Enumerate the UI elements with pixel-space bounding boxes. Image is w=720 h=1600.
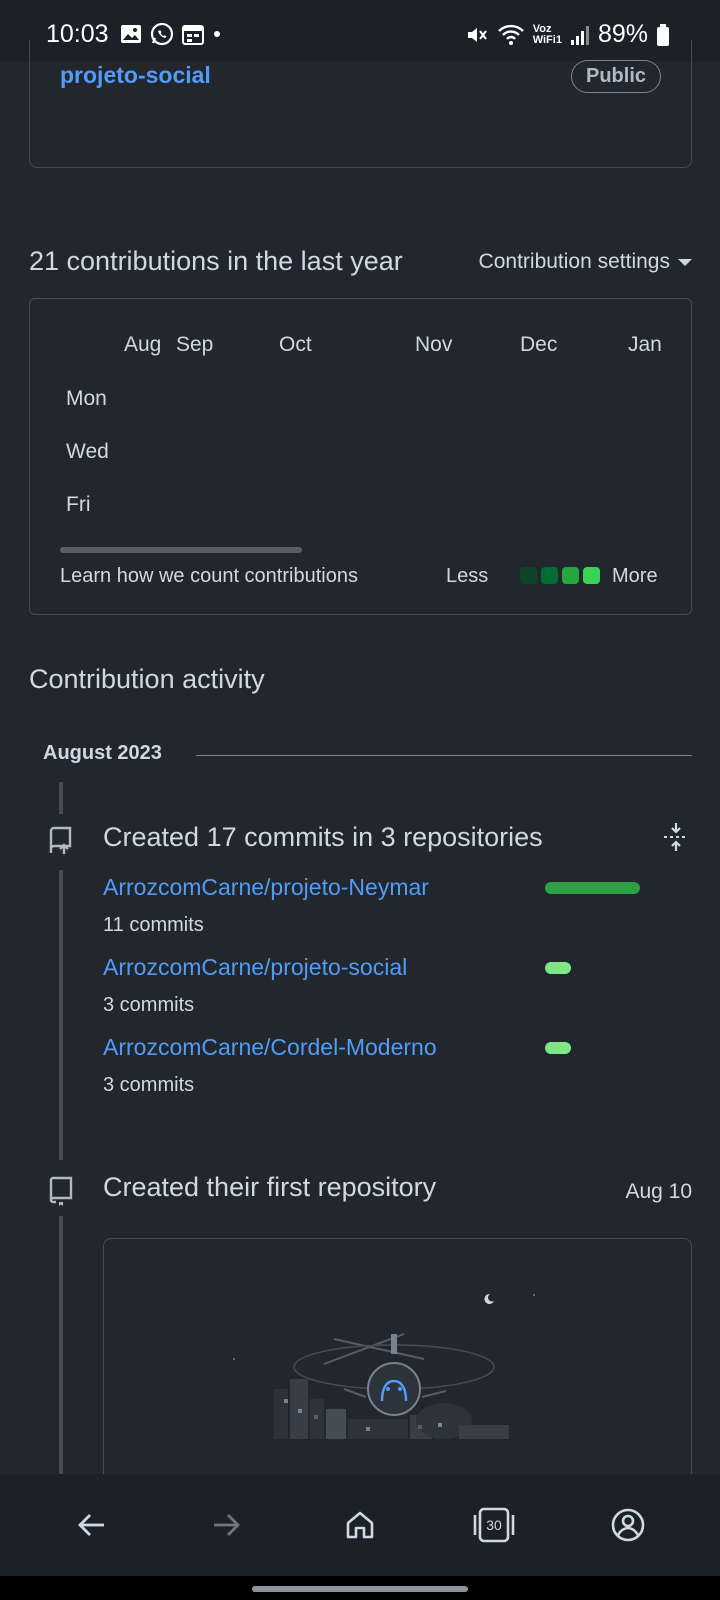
- commit-share-bar: [545, 1042, 571, 1054]
- gesture-bar-area: [0, 1576, 720, 1600]
- legend-less-label: Less: [446, 565, 489, 587]
- timeline-line: [59, 782, 63, 814]
- commit-repo-link[interactable]: ArrozcomCarne/projeto-social: [103, 954, 407, 981]
- account-button[interactable]: [598, 1495, 658, 1555]
- contribution-settings-label: Contribution settings: [478, 250, 670, 273]
- pinned-repo-card: projeto-social Public: [29, 40, 692, 168]
- visibility-badge: Public: [570, 60, 661, 93]
- tab-count: 30: [486, 1517, 502, 1533]
- day-label: Mon: [66, 387, 107, 410]
- forward-button[interactable]: [196, 1495, 256, 1555]
- commit-share-bar: [545, 882, 640, 894]
- repo-icon: [42, 1172, 80, 1210]
- commit-share-bar: [545, 962, 571, 974]
- arrow-right-icon: [214, 1514, 240, 1536]
- dot-icon: [214, 31, 220, 37]
- contribution-settings-button[interactable]: Contribution settings: [479, 250, 692, 274]
- activity-title: Contribution activity: [29, 664, 265, 694]
- calendar-scrollbar[interactable]: [60, 547, 302, 553]
- activity-month-label: August 2023: [43, 742, 162, 764]
- tabs-button[interactable]: 30: [464, 1495, 524, 1555]
- collapse-icon[interactable]: [662, 822, 690, 857]
- legend-level-2: [541, 567, 558, 584]
- timeline-line: [59, 1216, 63, 1476]
- legend-level-3: [562, 567, 579, 584]
- month-label: Oct: [279, 333, 312, 356]
- commit-count: 11 commits: [103, 914, 204, 936]
- commit-count: 3 commits: [103, 994, 195, 1016]
- octocat-helicopter-illustration: [233, 1293, 535, 1439]
- month-label: Aug: [124, 333, 162, 356]
- legend-level-4: [583, 567, 600, 584]
- browser-bottom-nav: 30: [0, 1474, 720, 1576]
- month-label: Dec: [520, 333, 558, 356]
- legend-more-label: More: [612, 565, 658, 587]
- learn-contributions-link[interactable]: Learn how we count contributions: [60, 565, 358, 588]
- month-label: Nov: [415, 333, 453, 356]
- event-date: Aug 10: [625, 1180, 692, 1203]
- first-repo-illustration-card: [103, 1238, 692, 1498]
- day-label: Wed: [66, 440, 109, 463]
- repo-push-icon: [42, 822, 80, 860]
- back-button[interactable]: [62, 1495, 122, 1555]
- home-gesture-pill[interactable]: [252, 1586, 468, 1592]
- commit-repo-link[interactable]: ArrozcomCarne/Cordel-Moderno: [103, 1034, 437, 1061]
- chevron-down-icon: [678, 258, 692, 266]
- arrow-left-icon: [78, 1514, 104, 1536]
- month-label: Sep: [176, 333, 214, 356]
- legend-level-1: [520, 567, 537, 584]
- month-divider: [196, 755, 692, 756]
- commit-repo-link[interactable]: ArrozcomCarne/projeto-Neymar: [103, 874, 429, 901]
- contributions-heading: 21 contributions in the last year: [29, 246, 403, 276]
- day-label: Fri: [66, 493, 91, 516]
- timeline-line: [59, 870, 63, 1160]
- home-button[interactable]: [330, 1495, 390, 1555]
- account-icon: [611, 1508, 645, 1542]
- month-label: Jan: [628, 333, 662, 356]
- home-icon: [346, 1511, 374, 1539]
- first-repo-event-title: Created their first repository: [103, 1172, 437, 1202]
- contribution-calendar: Aug Sep Oct Nov Dec Jan Mon Wed Fri Lear…: [29, 298, 692, 615]
- commit-count: 3 commits: [103, 1074, 195, 1096]
- network-label-top: Voz: [532, 22, 552, 35]
- commits-event-title: Created 17 commits in 3 repositories: [103, 822, 543, 852]
- repo-name-link[interactable]: projeto-social: [60, 62, 211, 89]
